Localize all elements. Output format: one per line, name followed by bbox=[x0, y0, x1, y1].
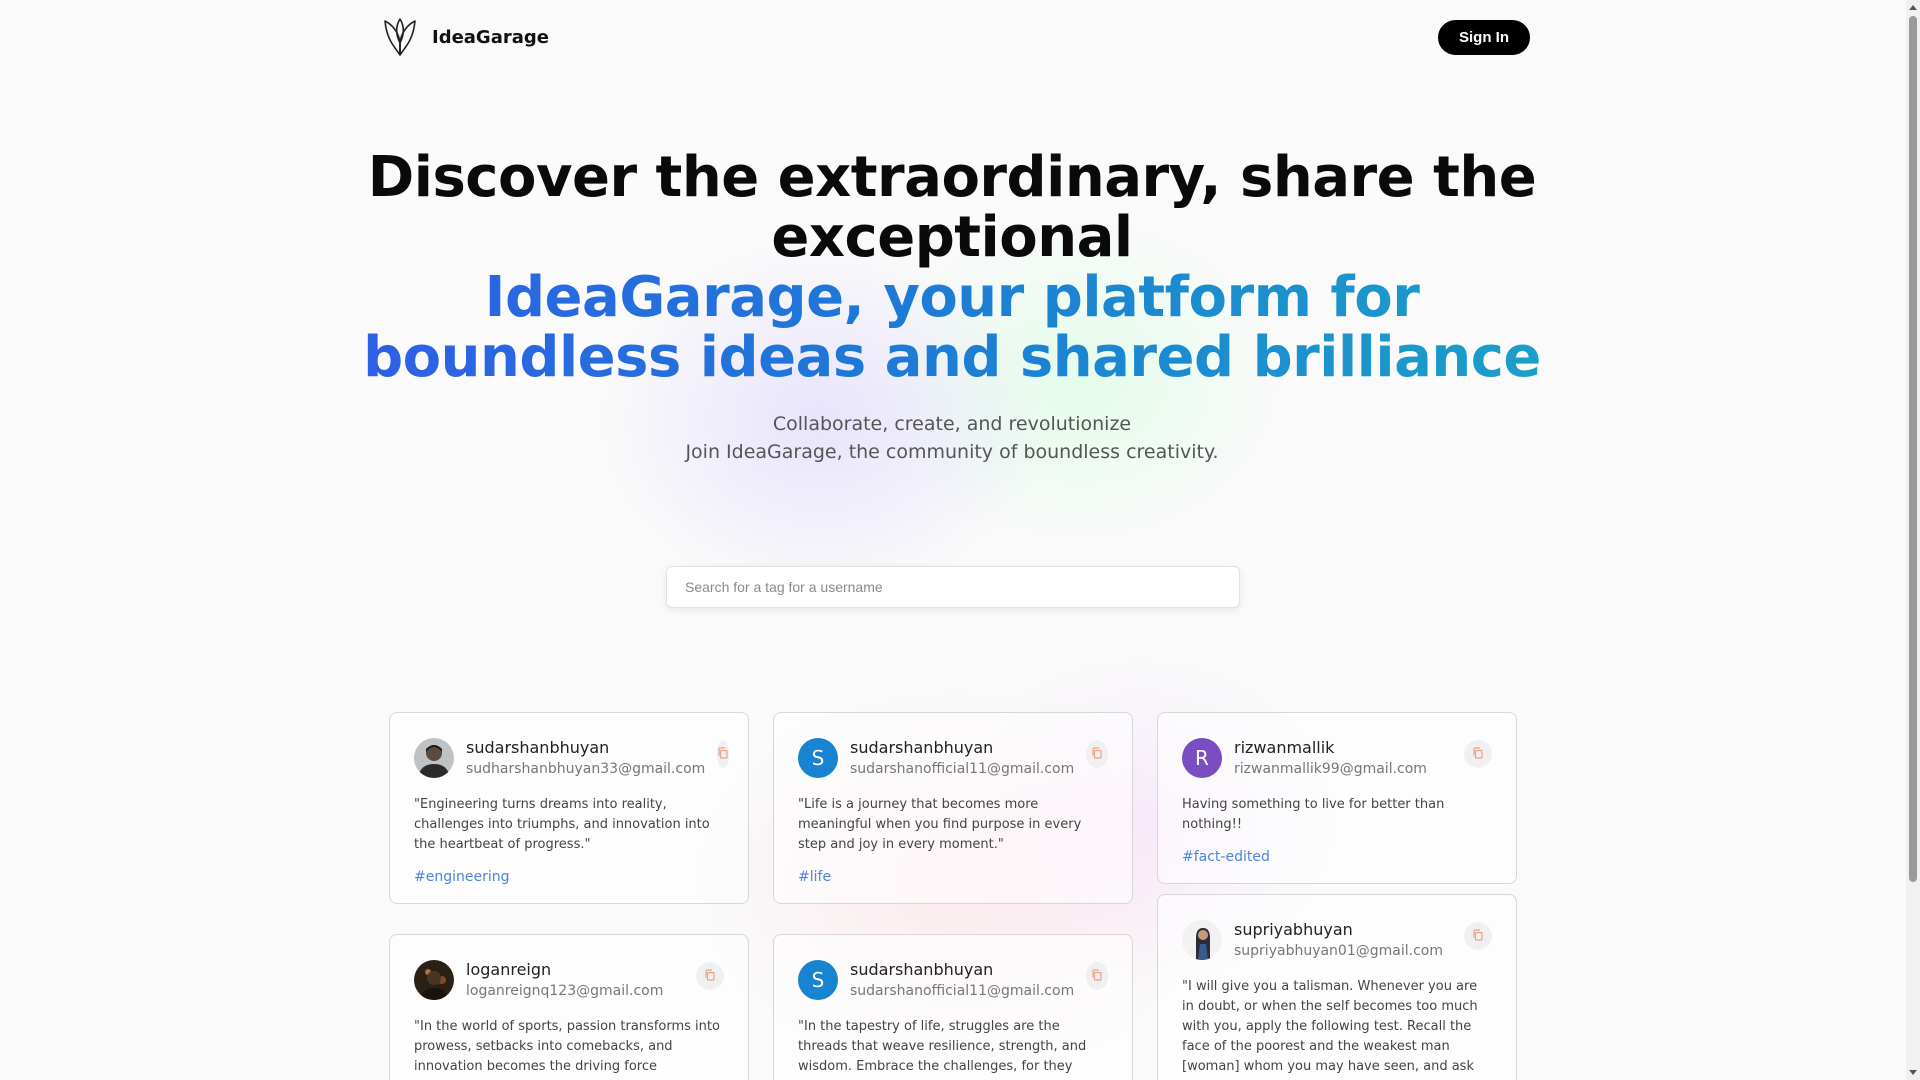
scroll-up-icon[interactable] bbox=[1909, 5, 1917, 10]
avatar bbox=[414, 738, 454, 778]
hero-highlight-1: IdeaGarage, your platform for bbox=[360, 268, 1544, 328]
avatar bbox=[1182, 920, 1222, 960]
user-info: supriyabhuyan supriyabhuyan01@gmail.com bbox=[1234, 919, 1452, 961]
post-tag[interactable]: #life bbox=[798, 869, 831, 885]
email: sudharshanbhuyan33@gmail.com bbox=[466, 761, 706, 777]
email: sudarshanofficial11@gmail.com bbox=[850, 761, 1075, 777]
username: supriyabhuyan bbox=[1234, 920, 1353, 939]
search-bar bbox=[666, 566, 1240, 608]
post-quote: "In the world of sports, passion transfo… bbox=[414, 1019, 720, 1080]
copy-button[interactable] bbox=[1086, 740, 1108, 768]
username: rizwanmallik bbox=[1234, 738, 1335, 757]
hero-subtitle-1: Collaborate, create, and revolutionize bbox=[772, 413, 1132, 435]
copy-icon bbox=[1091, 968, 1103, 984]
copy-button[interactable] bbox=[696, 962, 724, 990]
copy-icon bbox=[717, 746, 729, 762]
copy-button[interactable] bbox=[1086, 962, 1108, 990]
copy-button[interactable] bbox=[1464, 922, 1492, 950]
card-header: loganreign loganreignq123@gmail.com bbox=[414, 959, 724, 1001]
email: supriyabhuyan01@gmail.com bbox=[1234, 943, 1443, 959]
hero-heading: Discover the extraordinary, share the ex… bbox=[360, 148, 1544, 388]
hero-section: Discover the extraordinary, share the ex… bbox=[360, 148, 1544, 466]
user-info: loganreign loganreignq123@gmail.com bbox=[466, 959, 684, 1001]
post-quote: Having something to live for better than… bbox=[1182, 797, 1445, 832]
card-header: sudarshanbhuyan sudharshanbhuyan33@gmail… bbox=[414, 737, 730, 779]
hero-subtitle: Collaborate, create, and revolutionize J… bbox=[360, 410, 1544, 466]
post-card: loganreign loganreignq123@gmail.com "In … bbox=[389, 934, 749, 1080]
card-header: supriyabhuyan supriyabhuyan01@gmail.com bbox=[1182, 919, 1492, 961]
leaf-logo-icon bbox=[382, 17, 418, 57]
copy-icon bbox=[1091, 746, 1103, 762]
post-tag[interactable]: #engineering bbox=[414, 869, 510, 885]
scroll-down-icon[interactable] bbox=[1909, 1070, 1917, 1075]
username: loganreign bbox=[466, 960, 552, 979]
post-quote: "Engineering turns dreams into reality, … bbox=[414, 797, 710, 852]
copy-icon bbox=[704, 968, 716, 984]
scroll-thumb[interactable] bbox=[1909, 16, 1917, 882]
hero-subtitle-2: Join IdeaGarage, the community of boundl… bbox=[685, 441, 1219, 463]
hero-highlight-2: boundless ideas and shared brilliance bbox=[360, 328, 1544, 388]
search-input[interactable] bbox=[666, 566, 1240, 608]
card-header: R rizwanmallik rizwanmallik99@gmail.com bbox=[1182, 737, 1492, 779]
avatar: S bbox=[798, 738, 838, 778]
post-card: R rizwanmallik rizwanmallik99@gmail.com … bbox=[1157, 712, 1517, 884]
email: loganreignq123@gmail.com bbox=[466, 983, 664, 999]
username: sudarshanbhuyan bbox=[850, 960, 994, 979]
post-card: S sudarshanbhuyan sudarshanofficial11@gm… bbox=[773, 934, 1133, 1080]
user-info: sudarshanbhuyan sudarshanofficial11@gmai… bbox=[850, 737, 1074, 779]
hero-line-2: exceptional bbox=[771, 205, 1133, 270]
post-quote: "In the tapestry of life, struggles are … bbox=[798, 1019, 1087, 1080]
email: sudarshanofficial11@gmail.com bbox=[850, 983, 1075, 999]
username: sudarshanbhuyan bbox=[850, 738, 994, 757]
user-info: sudarshanbhuyan sudharshanbhuyan33@gmail… bbox=[466, 737, 705, 779]
post-quote: "Life is a journey that becomes more mea… bbox=[798, 797, 1082, 852]
username: sudarshanbhuyan bbox=[466, 738, 610, 757]
avatar: R bbox=[1182, 738, 1222, 778]
post-tag[interactable]: #fact-edited bbox=[1182, 849, 1270, 865]
avatar: S bbox=[798, 960, 838, 1000]
avatar bbox=[414, 960, 454, 1000]
brand-name: IdeaGarage bbox=[432, 26, 549, 48]
post-quote: "I will give you a talisman. Whenever yo… bbox=[1182, 979, 1478, 1080]
copy-icon bbox=[1472, 928, 1484, 944]
post-card: S sudarshanbhuyan sudarshanofficial11@gm… bbox=[773, 712, 1133, 904]
card-header: S sudarshanbhuyan sudarshanofficial11@gm… bbox=[798, 959, 1108, 1001]
post-card: sudarshanbhuyan sudharshanbhuyan33@gmail… bbox=[389, 712, 749, 904]
hero-line-1: Discover the extraordinary, share the bbox=[367, 145, 1537, 210]
card-header: S sudarshanbhuyan sudarshanofficial11@gm… bbox=[798, 737, 1108, 779]
copy-icon bbox=[1472, 746, 1484, 762]
page: IdeaGarage Sign In Discover the extraord… bbox=[0, 0, 1906, 1080]
user-info: sudarshanbhuyan sudarshanofficial11@gmai… bbox=[850, 959, 1074, 1001]
email: rizwanmallik99@gmail.com bbox=[1234, 761, 1427, 777]
top-nav: IdeaGarage Sign In bbox=[382, 16, 1530, 58]
copy-button[interactable] bbox=[1464, 740, 1492, 768]
copy-button[interactable] bbox=[717, 740, 730, 768]
page-scrollbar[interactable] bbox=[1906, 0, 1920, 1080]
post-card: supriyabhuyan supriyabhuyan01@gmail.com … bbox=[1157, 894, 1517, 1080]
brand[interactable]: IdeaGarage bbox=[382, 17, 549, 57]
user-info: rizwanmallik rizwanmallik99@gmail.com bbox=[1234, 737, 1452, 779]
sign-in-button[interactable]: Sign In bbox=[1438, 19, 1530, 55]
